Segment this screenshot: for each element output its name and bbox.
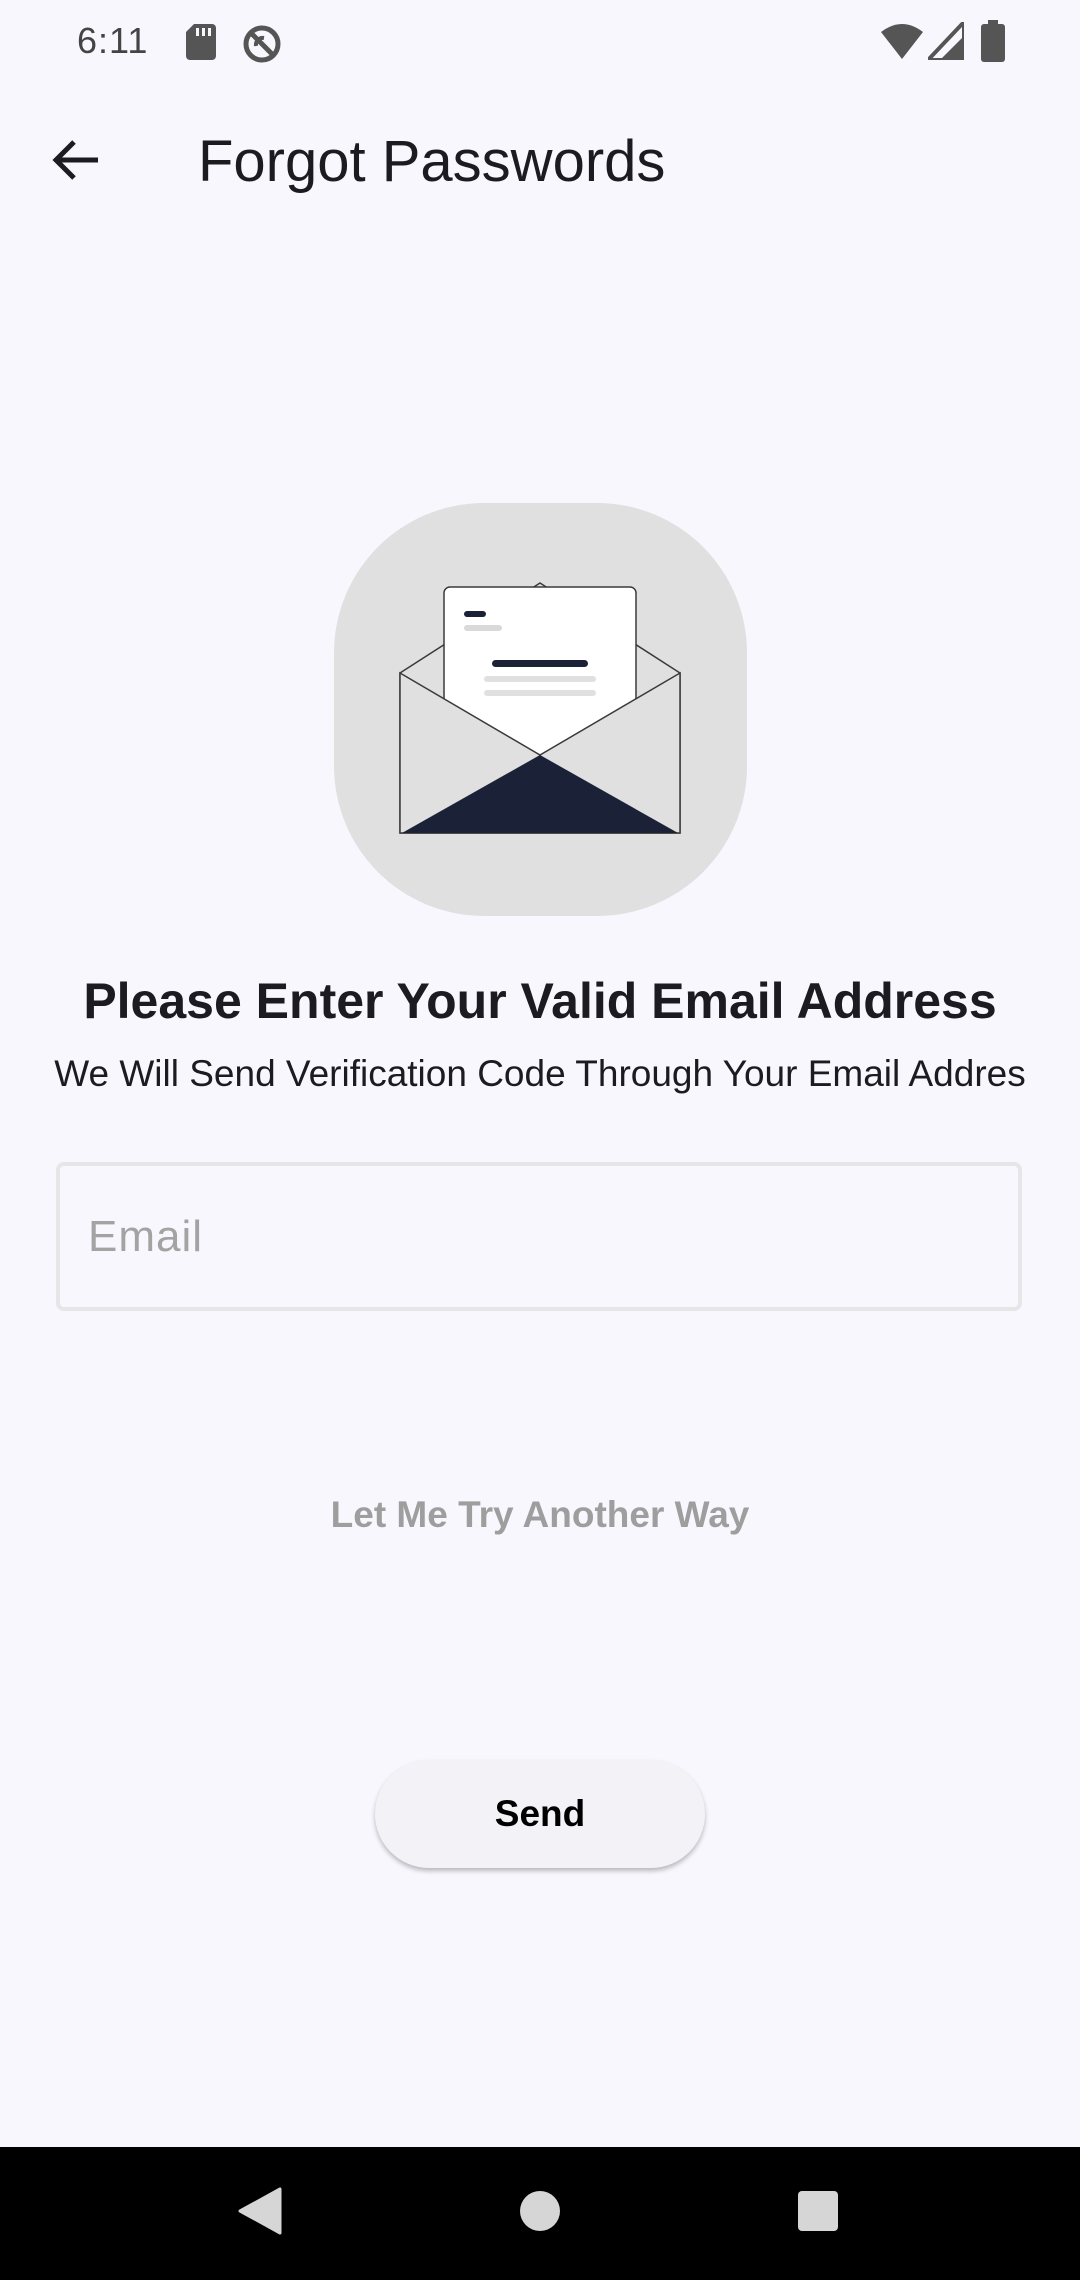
nav-home-button[interactable] [500,2177,580,2249]
back-button[interactable] [36,122,116,202]
nav-recents-button[interactable] [778,2177,858,2249]
page-title: Forgot Passwords [198,129,666,194]
subline: We Will Send Verification Code Through Y… [54,1053,1026,1094]
email-input[interactable] [88,1166,988,1307]
app-bar: Forgot Passwords [0,88,1080,230]
headline: Please Enter Your Valid Email Address [83,973,997,1029]
nav-back-icon [238,2187,282,2240]
sd-card-icon [186,24,216,65]
try-another-way-link[interactable]: Let Me Try Another Way [0,1494,1080,1536]
nav-back-button[interactable] [220,2177,300,2249]
email-illustration [334,503,747,916]
wifi-icon [881,22,923,65]
status-bar: 6:11 [0,0,1080,88]
send-button[interactable]: Send [375,1760,705,1868]
status-time: 6:11 [77,20,149,61]
email-field[interactable] [56,1162,1022,1311]
nav-home-icon [519,2190,561,2237]
arrow-back-icon [52,136,100,189]
open-envelope-icon [399,582,681,834]
battery-icon [981,20,1005,67]
cell-signal-icon [923,16,966,65]
nav-recents-icon [797,2190,839,2237]
system-nav-bar [0,2147,1080,2280]
no-sync-icon [242,24,282,69]
